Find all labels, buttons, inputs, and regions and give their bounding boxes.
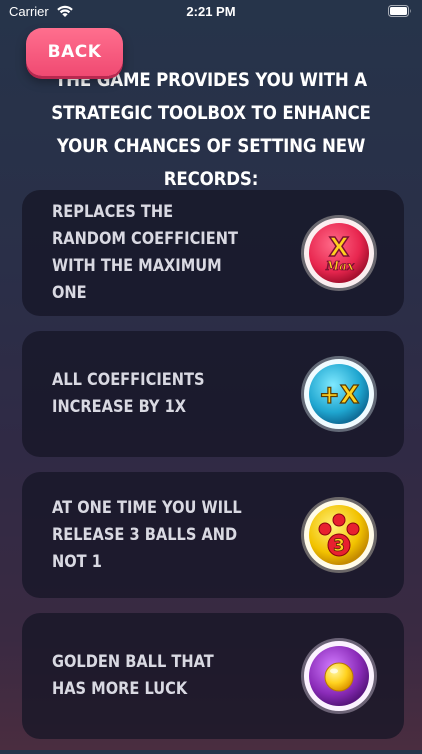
battery-icon bbox=[388, 5, 411, 17]
svg-text:Max: Max bbox=[325, 259, 355, 273]
plus-x-booster-icon: +X bbox=[300, 355, 378, 433]
golden-ball-booster-icon bbox=[300, 637, 378, 715]
intro-text: THE GAME PROVIDES YOU WITH A STRATEGIC T… bbox=[51, 70, 371, 190]
three-balls-booster-icon: 3 bbox=[300, 496, 378, 574]
svg-text:3: 3 bbox=[333, 536, 345, 556]
back-button[interactable]: BACK bbox=[26, 28, 123, 76]
booster-card: AT ONE TIME YOU WILL RELEASE 3 BALLS AND… bbox=[22, 472, 404, 598]
booster-card: ALL COEFFICIENTS INCREASE BY 1X +X bbox=[22, 331, 404, 457]
svg-text:+X: +X bbox=[319, 380, 359, 409]
booster-card: REPLACES THE RANDOM COEFFICIENT WITH THE… bbox=[22, 190, 404, 316]
booster-card: GOLDEN BALL THAT HAS MORE LUCK bbox=[22, 613, 404, 739]
status-time: 2:21 PM bbox=[186, 4, 236, 19]
booster-description: AT ONE TIME YOU WILL RELEASE 3 BALLS AND… bbox=[52, 497, 242, 572]
booster-list: REPLACES THE RANDOM COEFFICIENT WITH THE… bbox=[22, 190, 404, 754]
booster-description: REPLACES THE RANDOM COEFFICIENT WITH THE… bbox=[52, 202, 238, 303]
x-max-booster-icon: X Max bbox=[300, 214, 378, 292]
booster-description: GOLDEN BALL THAT HAS MORE LUCK bbox=[52, 652, 214, 699]
booster-description: ALL COEFFICIENTS INCREASE BY 1X bbox=[52, 370, 205, 417]
status-bar: Carrier 2:21 PM bbox=[0, 0, 422, 24]
